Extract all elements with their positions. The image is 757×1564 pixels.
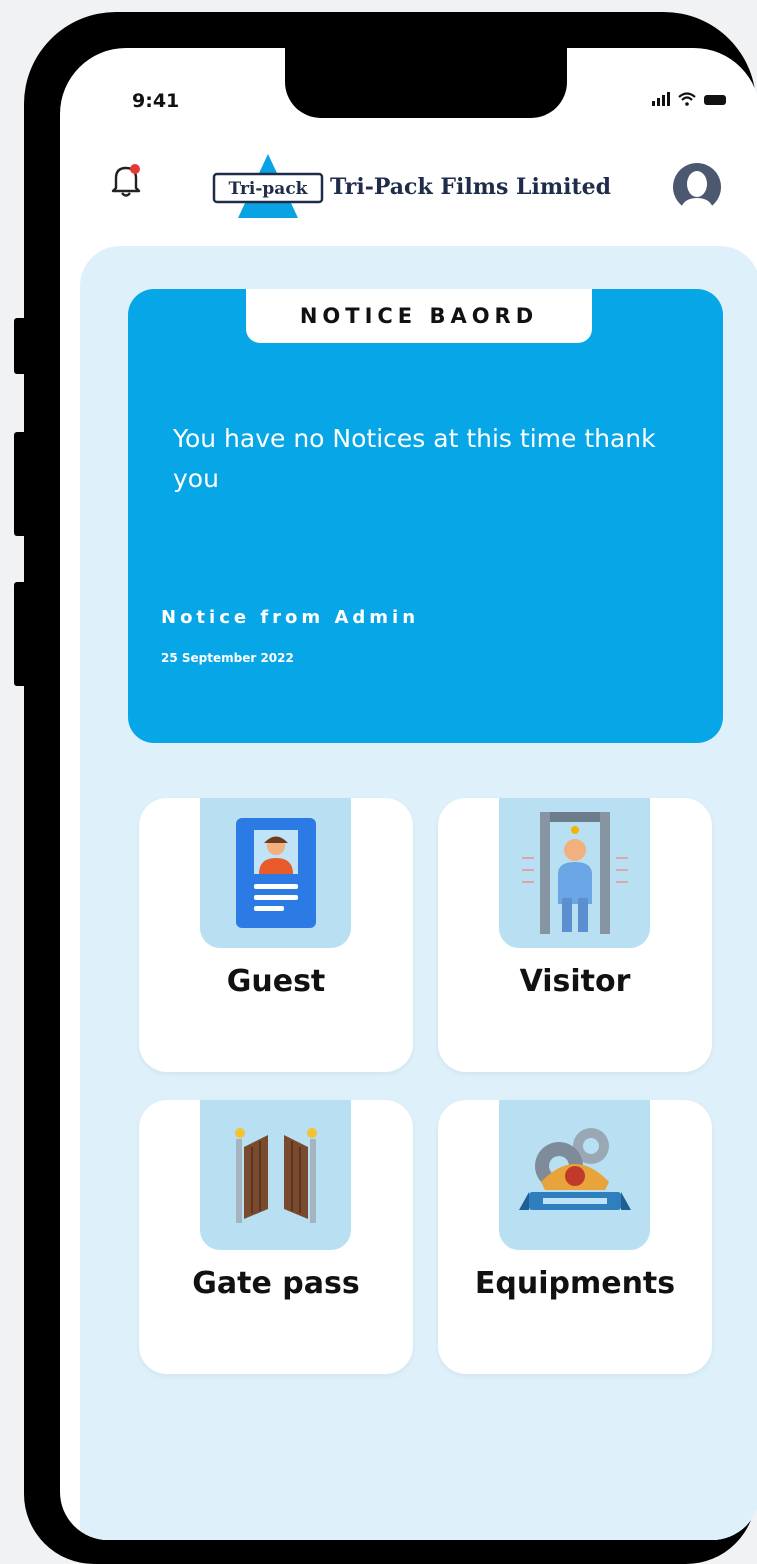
phone-frame: 9:41 Tri-pack Tri-Pack Films Limited NOT… [24, 12, 757, 1564]
gate-icon [234, 1128, 317, 1223]
notice-sender: Notice from Admin [161, 607, 420, 628]
equipments-tile-label: Equipments [474, 1266, 676, 1301]
cellular-signal-icon [652, 92, 670, 106]
tri-pack-logo: Tri-pack [212, 154, 324, 218]
notice-board-card: NOTICE BAORD You have no Notices at this… [128, 289, 723, 743]
notch [285, 48, 567, 118]
svg-text:Tri-pack: Tri-pack [229, 179, 309, 199]
battery-icon [704, 95, 726, 105]
security-scanner-icon [521, 812, 628, 934]
equipments-tile[interactable]: Equipments [438, 1100, 712, 1374]
visitor-tile[interactable]: Visitor [438, 798, 712, 1072]
guest-tile[interactable]: Guest [139, 798, 413, 1072]
id-card-icon [235, 818, 316, 928]
gate-pass-tile[interactable]: Gate pass [139, 1100, 413, 1374]
notification-bell-icon[interactable] [110, 160, 144, 200]
gate-pass-tile-art [200, 1100, 351, 1250]
notice-date: 25 September 2022 [161, 651, 294, 665]
equipments-tile-art [499, 1100, 650, 1250]
visitor-tile-label: Visitor [519, 964, 631, 999]
company-name: Tri-Pack Films Limited [330, 174, 612, 200]
app-header: Tri-pack Tri-Pack Films Limited [60, 152, 757, 222]
status-time: 9:41 [132, 90, 180, 112]
status-icons [652, 92, 726, 106]
gate-pass-tile-label: Gate pass [192, 1266, 360, 1301]
equipment-gears-icon [518, 1128, 631, 1210]
guest-tile-label: Guest [226, 964, 326, 999]
app-screen: 9:41 Tri-pack Tri-Pack Films Limited NOT… [60, 48, 757, 1540]
profile-avatar-icon[interactable] [672, 162, 722, 212]
wifi-icon [678, 92, 696, 106]
notice-board-title: NOTICE BAORD [246, 289, 592, 343]
notice-message: You have no Notices at this time thank y… [173, 424, 656, 493]
guest-tile-art [200, 798, 351, 948]
visitor-tile-art [499, 798, 650, 948]
